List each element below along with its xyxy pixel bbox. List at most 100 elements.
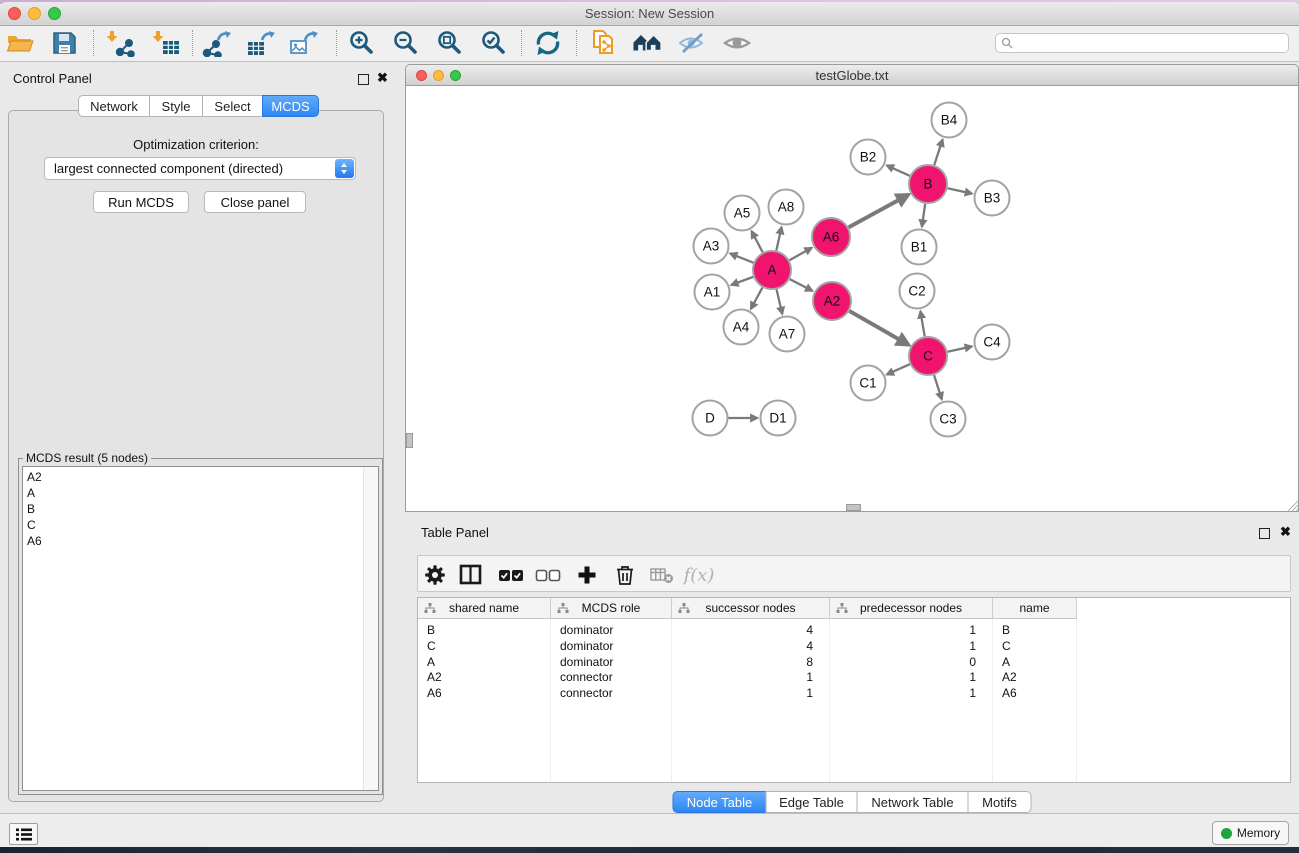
cell-name[interactable]: A — [993, 654, 1077, 670]
table-row[interactable]: A6connector11A6 — [418, 685, 1290, 701]
table-row[interactable]: A2connector11A2 — [418, 669, 1290, 685]
mcds-result-item[interactable]: C — [23, 517, 378, 533]
cell-predecessor-nodes[interactable]: 1 — [830, 622, 993, 638]
tab-select[interactable]: Select — [202, 95, 263, 117]
apply-layout-icon[interactable] — [533, 28, 563, 58]
column-header-name[interactable]: name — [993, 598, 1077, 619]
split-columns-icon[interactable] — [457, 563, 485, 587]
edge-B-B4[interactable] — [934, 139, 942, 165]
memory-button[interactable]: Memory — [1212, 821, 1289, 845]
cell-predecessor-nodes[interactable]: 0 — [830, 654, 993, 670]
zoom-fit-icon[interactable] — [434, 28, 464, 58]
tab-network-table[interactable]: Network Table — [857, 791, 969, 813]
search-input[interactable] — [1013, 34, 1288, 52]
cell-MCDS-role[interactable]: dominator — [551, 638, 672, 654]
edge-A-A5[interactable] — [752, 231, 763, 252]
edge-B-B1[interactable] — [922, 204, 925, 227]
tab-style[interactable]: Style — [149, 95, 203, 117]
zoom-in-icon[interactable] — [346, 28, 376, 58]
import-table-icon[interactable] — [151, 28, 181, 58]
cell-successor-nodes[interactable]: 8 — [672, 654, 830, 670]
home-view-icon[interactable] — [633, 28, 663, 58]
tab-node-table[interactable]: Node Table — [673, 791, 767, 813]
criterion-dropdown[interactable]: largest connected component (directed) — [44, 157, 356, 180]
cell-MCDS-role[interactable]: dominator — [551, 622, 672, 638]
cell-predecessor-nodes[interactable]: 1 — [830, 669, 993, 685]
edge-B-B2[interactable] — [887, 165, 910, 175]
export-table-icon[interactable] — [246, 28, 276, 58]
export-image-icon[interactable] — [289, 28, 319, 58]
horizontal-scroll-thumb[interactable] — [846, 504, 861, 511]
zoom-selected-icon[interactable] — [478, 28, 508, 58]
zoom-out-icon[interactable] — [390, 28, 420, 58]
cell-successor-nodes[interactable]: 4 — [672, 622, 830, 638]
network-maximize-button[interactable] — [450, 70, 461, 81]
tab-motifs[interactable]: Motifs — [968, 791, 1032, 813]
cell-MCDS-role[interactable]: connector — [551, 669, 672, 685]
edge-A6-B[interactable] — [849, 195, 909, 228]
column-header-successor-nodes[interactable]: successor nodes — [672, 598, 830, 619]
edge-A-A1[interactable] — [731, 277, 753, 285]
edge-A-A4[interactable] — [751, 288, 763, 309]
window-titlebar[interactable]: Session: New Session — [0, 2, 1299, 26]
deselect-all-icon[interactable] — [534, 563, 562, 587]
scrollbar-track[interactable] — [363, 467, 378, 790]
mcds-result-item[interactable]: A6 — [23, 533, 378, 549]
network-close-button[interactable] — [416, 70, 427, 81]
table-row[interactable]: Bdominator41B — [418, 622, 1290, 638]
close-panel-icon[interactable]: ✖ — [377, 70, 388, 86]
column-header-shared-name[interactable]: shared name — [418, 598, 551, 619]
close-table-panel-icon[interactable]: ✖ — [1280, 524, 1291, 540]
node-table[interactable]: shared nameMCDS rolesuccessor nodesprede… — [417, 597, 1291, 783]
cell-successor-nodes[interactable]: 4 — [672, 638, 830, 654]
show-all-icon[interactable] — [722, 28, 752, 58]
mcds-result-item[interactable]: A — [23, 485, 378, 501]
cell-shared-name[interactable]: C — [418, 638, 551, 654]
tab-edge-table[interactable]: Edge Table — [766, 791, 858, 813]
cell-name[interactable]: B — [993, 622, 1077, 638]
new-network-icon[interactable] — [589, 28, 619, 58]
edge-C-C2[interactable] — [920, 311, 924, 336]
edge-A-A3[interactable] — [730, 254, 753, 263]
cell-predecessor-nodes[interactable]: 1 — [830, 638, 993, 654]
tab-mcds[interactable]: MCDS — [262, 95, 319, 117]
column-header-predecessor-nodes[interactable]: predecessor nodes — [830, 598, 993, 619]
network-minimize-button[interactable] — [433, 70, 444, 81]
edge-C-C4[interactable] — [948, 346, 972, 351]
cell-shared-name[interactable]: B — [418, 622, 551, 638]
float-panel-icon[interactable] — [358, 74, 369, 85]
edge-A-A7[interactable] — [777, 289, 783, 314]
resize-grip[interactable] — [1286, 499, 1298, 511]
edge-A-A6[interactable] — [789, 248, 811, 260]
column-header-MCDS-role[interactable]: MCDS role — [551, 598, 672, 619]
cell-name[interactable]: C — [993, 638, 1077, 654]
cell-successor-nodes[interactable]: 1 — [672, 669, 830, 685]
cell-predecessor-nodes[interactable]: 1 — [830, 685, 993, 701]
mcds-result-item[interactable]: B — [23, 501, 378, 517]
cell-name[interactable]: A6 — [993, 685, 1077, 701]
hide-selected-icon[interactable] — [677, 28, 707, 58]
close-window-button[interactable] — [8, 7, 21, 20]
minimize-window-button[interactable] — [28, 7, 41, 20]
network-canvas[interactable]: AA2A6BCA5A8A3A1A4A7B2B4B3B1C2C4C1C3DD1 — [405, 86, 1299, 512]
float-table-panel-icon[interactable] — [1259, 528, 1270, 539]
edge-C-C3[interactable] — [934, 375, 942, 399]
edge-A-A2[interactable] — [790, 279, 813, 291]
cell-shared-name[interactable]: A6 — [418, 685, 551, 701]
delete-row-icon[interactable] — [611, 563, 639, 587]
task-history-button[interactable] — [9, 823, 38, 845]
network-graph[interactable]: AA2A6BCA5A8A3A1A4A7B2B4B3B1C2C4C1C3DD1 — [406, 86, 1298, 511]
edge-C-C1[interactable] — [887, 364, 910, 374]
cell-MCDS-role[interactable]: connector — [551, 685, 672, 701]
save-session-icon[interactable] — [49, 28, 79, 58]
export-network-icon[interactable] — [202, 28, 232, 58]
import-network-icon[interactable] — [105, 28, 135, 58]
maximize-window-button[interactable] — [48, 7, 61, 20]
function-builder-icon[interactable]: f(x) — [685, 563, 713, 587]
delete-table-icon[interactable] — [648, 563, 676, 587]
cell-MCDS-role[interactable]: dominator — [551, 654, 672, 670]
edge-B-B3[interactable] — [948, 188, 972, 193]
edge-A-A8[interactable] — [776, 227, 781, 250]
table-row[interactable]: Cdominator41C — [418, 638, 1290, 654]
edge-A2-C[interactable] — [849, 311, 909, 345]
